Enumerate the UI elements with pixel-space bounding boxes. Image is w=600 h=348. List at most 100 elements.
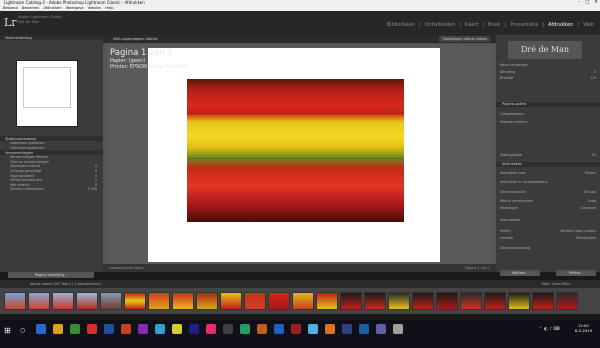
tree-item[interactable]: Zonder trefwoorden 1 958 — [0, 187, 103, 192]
print-row[interactable]: Afdrukken in conceptmodus — [500, 180, 596, 184]
thumbnail[interactable] — [76, 292, 98, 310]
page-info: Papier: (geen) Printer: EPSON Stylus Pro… — [110, 58, 188, 70]
setting-row[interactable]: Paginanummers — [500, 120, 596, 124]
center-header: Niet-opgeslagen afdruk Opgeslagen afdruk… — [103, 35, 496, 43]
identity-text: Adobe Lightroom Classic Dré De Man — [18, 15, 62, 25]
setting-row[interactable]: Afmeting 0 — [500, 70, 596, 74]
thumbnail[interactable] — [436, 292, 458, 310]
app-icon[interactable] — [138, 324, 148, 334]
print-row[interactable]: Afdruk verscherpen Laag — [500, 199, 596, 203]
app-icon[interactable] — [223, 324, 233, 334]
thumbnail[interactable] — [388, 292, 410, 310]
thumbnail[interactable] — [52, 292, 74, 310]
print-one-button[interactable]: Afdr.ken... — [500, 270, 540, 276]
thumbnail[interactable] — [508, 292, 530, 310]
filter-label: Filter: — [541, 282, 551, 286]
app-icon[interactable] — [240, 324, 250, 334]
print-row[interactable]: Mediatype Glanzend — [500, 206, 596, 210]
thumbnail[interactable] — [148, 292, 170, 310]
thumbnail[interactable] — [460, 292, 482, 310]
module-presentatie[interactable]: Presentatie — [510, 22, 538, 28]
thumbnail[interactable] — [220, 292, 242, 310]
module-web[interactable]: Web — [583, 22, 594, 28]
filmstrip-bar: Vorige import 567 foto's / 1 geselecteer… — [0, 280, 600, 288]
page-preview — [16, 60, 78, 127]
thumbnail[interactable] — [292, 292, 314, 310]
thumbnail[interactable] — [364, 292, 386, 310]
module-bibliotheek[interactable]: Bibliotheek — [387, 22, 415, 28]
setting-row[interactable]: Fotogegevens — [500, 112, 596, 116]
print-row[interactable]: Intentie Perceptueel — [500, 236, 596, 240]
tulip-photo[interactable] — [187, 79, 404, 222]
template-header[interactable]: Sjabloonbrowser — [0, 136, 103, 141]
print-name: Niet-opgeslagen afdruk — [113, 36, 158, 41]
printer-info: Printer: EPSON Stylus Pro 4900 — [110, 64, 188, 70]
app-icon[interactable] — [104, 324, 114, 334]
thumbnail[interactable] — [340, 292, 362, 310]
thumbnail[interactable] — [268, 292, 290, 310]
app-icon[interactable] — [308, 324, 318, 334]
print-row[interactable]: Afdrukaanpassing — [500, 246, 596, 250]
windows-start-icon[interactable]: ⊞ — [4, 326, 11, 335]
collections-header[interactable]: Verzamelingen — [0, 150, 103, 156]
app-icon[interactable] — [257, 324, 267, 334]
app-icon[interactable] — [121, 324, 131, 334]
module-ontwikkelen[interactable]: Ontwikkelen — [424, 22, 455, 28]
print-row[interactable]: Afdrukresolutie 240 ppi — [500, 190, 596, 194]
lr-logo: Lr — [4, 16, 17, 29]
search-icon[interactable]: ○ — [20, 327, 25, 334]
thumbnail-selected[interactable] — [124, 292, 146, 310]
thumbnail[interactable] — [172, 292, 194, 310]
page-number-label: Pagina 1 van 1 — [110, 48, 173, 58]
app-icon[interactable] — [36, 324, 46, 334]
app-icon[interactable] — [376, 324, 386, 334]
printer-button[interactable]: Printer... — [556, 270, 596, 276]
filter-dropdown[interactable]: Geen filter — [552, 282, 570, 286]
app-icon[interactable] — [155, 324, 165, 334]
print-row[interactable]: Profiel Beheerd door printer — [500, 229, 596, 233]
app-icon[interactable] — [274, 324, 284, 334]
thumbnail[interactable] — [316, 292, 338, 310]
identity-line2: Dré De Man — [18, 20, 40, 24]
app-icon[interactable] — [70, 324, 80, 334]
app-icon[interactable] — [342, 324, 352, 334]
thumbnail[interactable] — [556, 292, 578, 310]
module-kaart[interactable]: Kaart — [465, 22, 478, 28]
module-afdrukken[interactable]: Afdrukken — [548, 22, 573, 28]
app-icon[interactable] — [359, 324, 369, 334]
footer-source[interactable]: Geselecteerde foto's — [109, 266, 144, 270]
thumbnail[interactable] — [196, 292, 218, 310]
app-icon[interactable] — [325, 324, 335, 334]
thumbnail[interactable] — [28, 292, 50, 310]
setting-row[interactable]: Breedte 0.0 — [500, 76, 596, 80]
save-print-button[interactable]: Opgeslagen afdruk maken — [439, 36, 490, 42]
app-icon[interactable] — [172, 324, 182, 334]
window-title: Lightroom Catalog-2 - Adobe Photoshop Li… — [4, 0, 145, 5]
thumbnail[interactable] — [484, 292, 506, 310]
thumbnail[interactable] — [4, 292, 26, 310]
app-icon[interactable] — [87, 324, 97, 334]
app-icon[interactable] — [53, 324, 63, 334]
system-tray[interactable]: ⌃ ◐ ♪ ⌨ — [539, 327, 560, 332]
thumbnail[interactable] — [532, 292, 554, 310]
print-row[interactable]: Afdrukken naar Printer — [500, 171, 596, 175]
page-setup-button[interactable]: Pagina instelling... — [8, 272, 94, 278]
module-boek[interactable]: Boek — [488, 22, 500, 28]
print-row[interactable]: Kleurbeheer — [500, 218, 596, 222]
app-icon[interactable] — [291, 324, 301, 334]
thumbnail[interactable] — [412, 292, 434, 310]
print-job-header[interactable]: Afdruktaak — [496, 162, 600, 167]
identity-plate-preview[interactable]: Dré de Man — [508, 41, 582, 59]
thumbnail[interactable] — [100, 292, 122, 310]
setting-row[interactable]: Rand vervangen — [500, 63, 596, 67]
preview-header[interactable]: Voorvertoning — [0, 35, 103, 40]
app-icon[interactable] — [206, 324, 216, 334]
filmstrip-source[interactable]: Vorige import — [30, 282, 53, 286]
thumbnail[interactable] — [244, 292, 266, 310]
clock[interactable]: 12:00 8-5-2019 — [575, 323, 592, 333]
setting-row[interactable]: Tekengrootte 10 — [500, 153, 596, 157]
center-footer: Geselecteerde foto's Pagina 1 van 1 — [103, 264, 496, 272]
app-icon[interactable] — [393, 324, 403, 334]
app-icon[interactable] — [189, 324, 199, 334]
page-options-header[interactable]: Pagina-opties — [496, 102, 600, 107]
